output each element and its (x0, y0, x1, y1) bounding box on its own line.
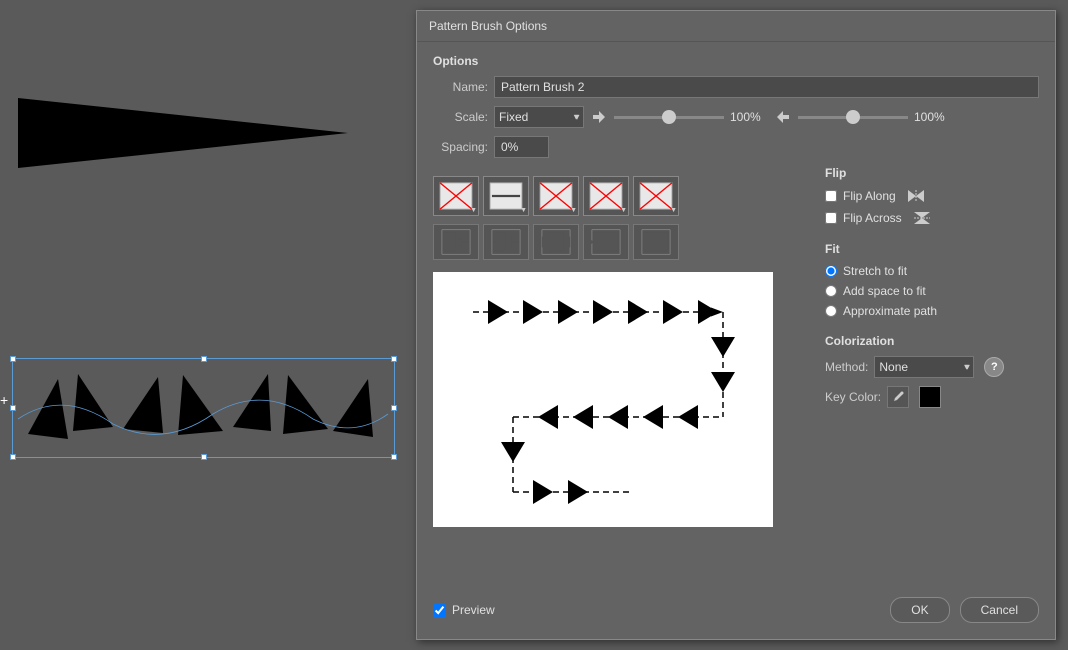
tile-btn-5[interactable]: ▼ (633, 176, 679, 216)
dialog-footer: Preview OK Cancel (417, 597, 1055, 623)
name-input[interactable] (494, 76, 1039, 98)
cancel-button[interactable]: Cancel (960, 597, 1039, 623)
flip-across-row: Flip Across (825, 210, 1039, 226)
scale-label: Scale: (433, 110, 488, 124)
flip-across-label: Flip Across (843, 211, 902, 225)
transform-btn-4[interactable] (583, 224, 629, 260)
preview-svg (433, 272, 773, 527)
method-row: Method: None Tints Tints and Shades Hue … (825, 356, 1039, 378)
dialog-buttons: OK Cancel (890, 597, 1039, 623)
fit-section-title: Fit (825, 242, 1039, 256)
stretch-label: Stretch to fit (843, 264, 907, 278)
tile-btn-2-arrow: ▼ (520, 207, 527, 214)
scale-slider-1[interactable] (614, 116, 724, 119)
eyedropper-icon (891, 390, 905, 404)
approx-path-row: Approximate path (825, 304, 1039, 318)
dialog-title-bar: Pattern Brush Options (417, 11, 1055, 42)
cursor-crosshair: + (0, 392, 8, 408)
method-select[interactable]: None Tints Tints and Shades Hue Shift (874, 356, 974, 378)
tile-btn-5-arrow: ▼ (670, 207, 677, 214)
big-triangle-shape (18, 88, 358, 178)
transform-btn-1[interactable] (433, 224, 479, 260)
tile-btn-4-arrow: ▼ (620, 207, 627, 214)
stretch-radio[interactable] (825, 265, 837, 277)
spacing-row: Spacing: (433, 136, 1039, 158)
approx-label: Approximate path (843, 304, 937, 318)
preview-checkbox-row: Preview (433, 603, 495, 617)
tile-btn-4[interactable]: ▼ (583, 176, 629, 216)
scale-value-2: 100% (914, 110, 952, 124)
fit-section: Fit Stretch to fit Add space to fit Appr… (825, 242, 1039, 318)
pattern-triangles (13, 359, 393, 457)
preview-area (433, 272, 773, 527)
flip-along-label: Flip Along (843, 189, 896, 203)
colorization-section: Colorization Method: None Tints Tints an… (825, 334, 1039, 408)
left-column: ▼ ▼ (433, 166, 799, 527)
flip-section-title: Flip (825, 166, 1039, 180)
info-icon: ? (991, 361, 998, 373)
scale-select[interactable]: Fixed Proportional (494, 106, 584, 128)
tile-btn-1-arrow: ▼ (470, 207, 477, 214)
transform-buttons-row (433, 224, 799, 260)
scale-slider-2[interactable] (798, 116, 908, 119)
transform-btn-3[interactable] (533, 224, 579, 260)
key-color-row: Key Color: (825, 386, 1039, 408)
info-light-button[interactable]: ? (984, 357, 1004, 377)
canvas-area: + (0, 0, 415, 650)
key-color-label: Key Color: (825, 390, 881, 404)
flip-along-row: Flip Along (825, 188, 1039, 204)
flip-along-checkbox[interactable] (825, 190, 837, 202)
method-select-wrapper: None Tints Tints and Shades Hue Shift ▼ (874, 356, 974, 378)
tile-buttons-row: ▼ ▼ (433, 176, 799, 216)
eyedropper-button[interactable] (887, 386, 909, 408)
colorization-title: Colorization (825, 334, 1039, 348)
scale-value-1: 100% (730, 110, 768, 124)
scale-select-wrapper: Fixed Proportional ▼ (494, 106, 584, 128)
flip-along-icon (906, 188, 926, 204)
preview-label: Preview (452, 603, 495, 617)
flip-across-checkbox[interactable] (825, 212, 837, 224)
flip-across-icon (912, 210, 932, 226)
right-column: Flip Flip Along Flip Across (809, 166, 1039, 527)
key-color-swatch[interactable] (919, 386, 941, 408)
stretch-to-fit-row: Stretch to fit (825, 264, 1039, 278)
tile-btn-3-arrow: ▼ (570, 207, 577, 214)
scale-link-icon-left (592, 110, 606, 124)
scale-link-icon-right (776, 110, 790, 124)
flip-section: Flip Flip Along Flip Across (825, 166, 1039, 226)
scale-row: Scale: Fixed Proportional ▼ 100% 100% (433, 106, 1039, 128)
dialog-title-text: Pattern Brush Options (429, 19, 547, 33)
spacing-input[interactable] (494, 136, 549, 158)
transform-btn-5[interactable] (633, 224, 679, 260)
add-space-row: Add space to fit (825, 284, 1039, 298)
options-section-label: Options (433, 54, 1039, 68)
tile-btn-1[interactable]: ▼ (433, 176, 479, 216)
approx-radio[interactable] (825, 305, 837, 317)
pattern-brush-options-dialog: Pattern Brush Options Options Name: Scal… (416, 10, 1056, 640)
add-space-label: Add space to fit (843, 284, 926, 298)
method-label: Method: (825, 360, 868, 374)
add-space-radio[interactable] (825, 285, 837, 297)
transform-btn-2[interactable] (483, 224, 529, 260)
tile-btn-2[interactable]: ▼ (483, 176, 529, 216)
ok-button[interactable]: OK (890, 597, 949, 623)
selection-box (12, 358, 395, 458)
spacing-label: Spacing: (433, 140, 488, 154)
name-row: Name: (433, 76, 1039, 98)
preview-checkbox[interactable] (433, 604, 446, 617)
tile-btn-3[interactable]: ▼ (533, 176, 579, 216)
name-label: Name: (433, 80, 488, 94)
